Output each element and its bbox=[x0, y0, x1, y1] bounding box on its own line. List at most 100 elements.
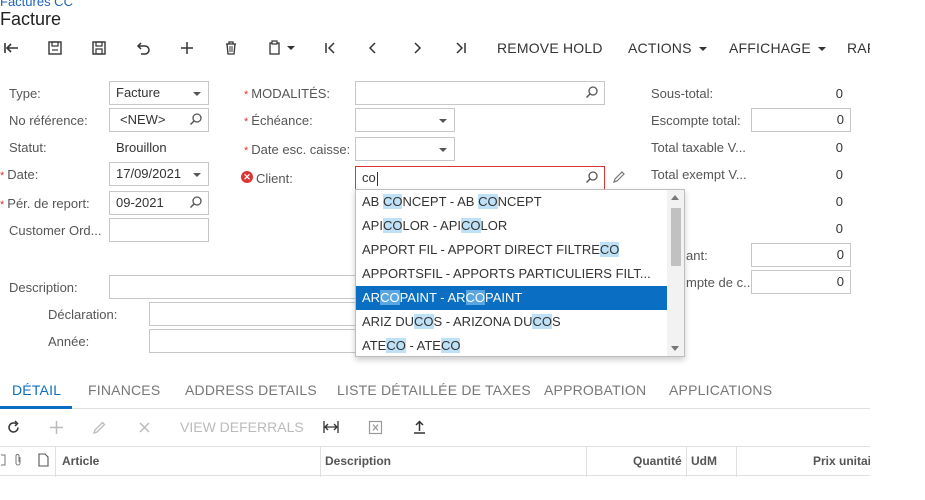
chevron-down-icon bbox=[439, 148, 447, 152]
next-record-icon[interactable] bbox=[405, 36, 429, 60]
echeance-field[interactable] bbox=[355, 108, 455, 132]
match-highlight: CO bbox=[465, 290, 486, 305]
match-highlight: CO bbox=[382, 194, 403, 209]
annee-label: Année: bbox=[48, 334, 90, 349]
modalites-label: * MODALITÉS: bbox=[244, 86, 331, 101]
chevron-down-icon bbox=[817, 47, 826, 52]
view-deferrals-button[interactable]: VIEW DEFERRALS bbox=[180, 419, 304, 435]
customer-order-field[interactable] bbox=[109, 218, 209, 242]
tab-bar: DÉTAIL FINANCES ADDRESS DETAILS LISTE DÉ… bbox=[0, 372, 870, 409]
exempt-value: 0 bbox=[835, 167, 843, 182]
search-icon[interactable] bbox=[585, 170, 599, 187]
search-icon[interactable] bbox=[585, 85, 599, 102]
fit-columns-icon[interactable] bbox=[320, 416, 342, 438]
option-text: ATE bbox=[362, 338, 387, 353]
document-icon[interactable] bbox=[38, 453, 49, 470]
date-esc-field[interactable] bbox=[355, 137, 455, 161]
hidden-total-value-1: 0 bbox=[835, 194, 843, 209]
tab-finances[interactable]: FINANCES bbox=[88, 382, 160, 398]
breadcrumb[interactable]: Factures CC bbox=[0, 0, 73, 9]
type-select[interactable]: Facture bbox=[109, 81, 209, 105]
remove-hold-button[interactable]: REMOVE HOLD bbox=[497, 40, 603, 56]
match-highlight: CO bbox=[599, 242, 620, 257]
save-icon[interactable] bbox=[87, 36, 111, 60]
ref-field[interactable]: <NEW> bbox=[109, 108, 209, 132]
truncated-toolbar-button[interactable]: RAF bbox=[847, 40, 870, 56]
affichage-label: AFFICHAGE bbox=[729, 40, 811, 56]
hidden-total-field-3[interactable]: 0 bbox=[751, 243, 851, 267]
tab-address-details[interactable]: ADDRESS DETAILS bbox=[185, 382, 317, 398]
page-title: Facture bbox=[0, 9, 62, 29]
tab-approbation[interactable]: APPROBATION bbox=[544, 382, 646, 398]
sous-total-value: 0 bbox=[835, 86, 843, 101]
column-quantite[interactable]: Quantité bbox=[633, 454, 682, 468]
dropdown-option[interactable]: ARIZ DUCOS - ARIZONA DUCOS bbox=[356, 310, 668, 334]
client-input[interactable]: co bbox=[355, 166, 605, 190]
column-udm[interactable]: UdM bbox=[691, 454, 717, 468]
refresh-icon[interactable] bbox=[2, 416, 24, 438]
tab-taxes[interactable]: LISTE DÉTAILLÉE DE TAXES bbox=[337, 382, 531, 398]
delete-row-icon[interactable] bbox=[133, 416, 155, 438]
scroll-down-icon[interactable] bbox=[671, 346, 679, 351]
dropdown-option[interactable]: APPORTSFIL - APPORTS PARTICULIERS FILT..… bbox=[356, 262, 668, 286]
client-label: Client: bbox=[256, 171, 293, 186]
column-separator bbox=[55, 447, 56, 477]
delete-icon[interactable] bbox=[219, 36, 243, 60]
first-record-icon[interactable] bbox=[318, 36, 342, 60]
save-draft-icon[interactable] bbox=[43, 36, 67, 60]
dropdown-option[interactable]: AB CONCEPT - AB CONCEPT bbox=[356, 190, 668, 214]
back-icon[interactable] bbox=[0, 36, 24, 60]
option-text: - ATE bbox=[405, 338, 441, 353]
scroll-up-icon[interactable] bbox=[671, 195, 679, 200]
add-row-icon[interactable] bbox=[45, 416, 67, 438]
add-icon[interactable] bbox=[175, 36, 199, 60]
tab-applications[interactable]: APPLICATIONS bbox=[669, 382, 772, 398]
annee-field[interactable] bbox=[149, 329, 359, 353]
match-highlight: CO bbox=[380, 290, 400, 305]
column-article[interactable]: Article bbox=[62, 454, 99, 468]
description-field[interactable] bbox=[109, 275, 359, 299]
option-text: NCEPT bbox=[497, 194, 542, 209]
dropdown-option[interactable]: APPORT FIL - APPORT DIRECT FILTRECO bbox=[356, 238, 668, 262]
hidden-total-field-4[interactable]: 0 bbox=[751, 270, 851, 294]
declaration-field[interactable] bbox=[149, 302, 359, 326]
scroll-thumb[interactable] bbox=[671, 208, 681, 266]
search-icon[interactable] bbox=[189, 195, 203, 212]
match-highlight: CO bbox=[532, 314, 552, 329]
column-description[interactable]: Description bbox=[325, 454, 391, 468]
date-value: 17/09/2021 bbox=[116, 166, 182, 181]
periode-field[interactable]: 09-2021 bbox=[109, 191, 209, 215]
column-separator bbox=[586, 447, 587, 477]
column-separator bbox=[736, 447, 737, 477]
column-prix-unitaire[interactable]: Prix unitai bbox=[813, 454, 870, 468]
chevron-down-icon bbox=[193, 173, 201, 177]
option-text: S bbox=[551, 314, 561, 329]
escompte-field[interactable]: 0 bbox=[751, 108, 851, 132]
upload-icon[interactable] bbox=[408, 416, 430, 438]
date-field[interactable]: 17/09/2021 bbox=[109, 162, 209, 186]
tab-detail[interactable]: DÉTAIL bbox=[12, 382, 61, 398]
copy-paste-icon[interactable] bbox=[263, 36, 299, 60]
actions-label: ACTIONS bbox=[628, 40, 692, 56]
dropdown-option[interactable]: ARCOPAINT - ARCOPAINT bbox=[356, 286, 668, 310]
option-text: PAINT bbox=[485, 290, 523, 305]
dropdown-option[interactable]: ATECO - ATECO bbox=[356, 334, 668, 356]
edit-pencil-icon[interactable] bbox=[612, 170, 626, 187]
previous-record-icon[interactable] bbox=[361, 36, 385, 60]
edit-row-icon[interactable] bbox=[88, 416, 110, 438]
attachment-icon[interactable] bbox=[13, 453, 23, 470]
undo-icon[interactable] bbox=[131, 36, 155, 60]
option-text: AR bbox=[362, 290, 381, 305]
excel-export-icon[interactable] bbox=[364, 416, 386, 438]
dropdown-option[interactable]: APICOLOR - APICOLOR bbox=[356, 214, 668, 238]
periode-label: * Pér. de report: bbox=[0, 196, 90, 211]
search-icon[interactable] bbox=[189, 112, 203, 129]
client-autocomplete-dropdown[interactable]: AB CONCEPT - AB CONCEPT APICOLOR - APICOL… bbox=[355, 189, 685, 357]
taxable-value: 0 bbox=[835, 140, 843, 155]
match-highlight: CO bbox=[382, 218, 403, 233]
modalites-field[interactable] bbox=[355, 81, 605, 105]
actions-menu-button[interactable]: ACTIONS bbox=[628, 40, 707, 56]
dropdown-scrollbar[interactable] bbox=[667, 190, 684, 356]
affichage-menu-button[interactable]: AFFICHAGE bbox=[729, 40, 826, 56]
last-record-icon[interactable] bbox=[449, 36, 473, 60]
